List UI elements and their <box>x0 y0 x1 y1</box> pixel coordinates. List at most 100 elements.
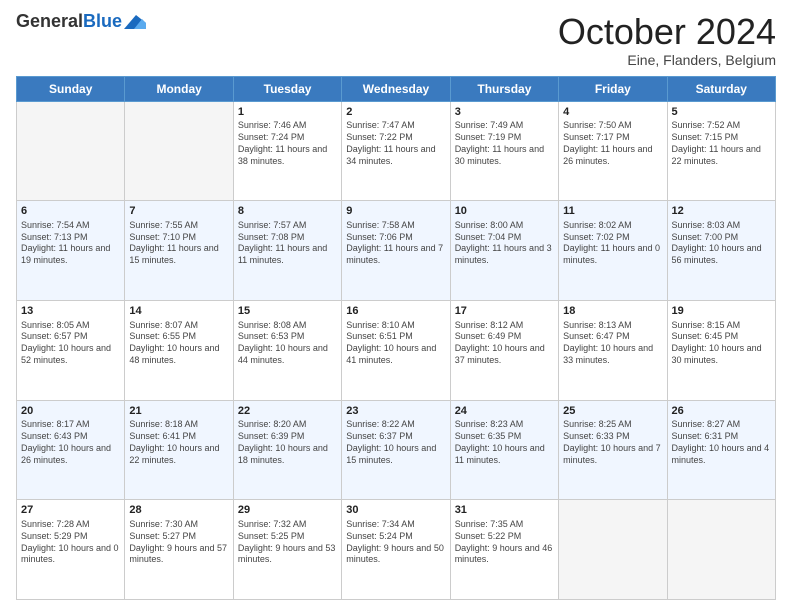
day-number: 7 <box>129 204 228 219</box>
calendar-cell: 9Sunrise: 7:58 AM Sunset: 7:06 PM Daylig… <box>342 201 450 301</box>
day-info: Sunrise: 8:18 AM Sunset: 6:41 PM Dayligh… <box>129 419 228 466</box>
day-info: Sunrise: 7:30 AM Sunset: 5:27 PM Dayligh… <box>129 519 228 566</box>
calendar-cell: 6Sunrise: 7:54 AM Sunset: 7:13 PM Daylig… <box>17 201 125 301</box>
week-row-3: 13Sunrise: 8:05 AM Sunset: 6:57 PM Dayli… <box>17 300 776 400</box>
calendar-cell: 20Sunrise: 8:17 AM Sunset: 6:43 PM Dayli… <box>17 400 125 500</box>
day-number: 12 <box>672 204 771 219</box>
calendar-cell <box>667 500 775 600</box>
calendar-cell: 21Sunrise: 8:18 AM Sunset: 6:41 PM Dayli… <box>125 400 233 500</box>
calendar-cell: 28Sunrise: 7:30 AM Sunset: 5:27 PM Dayli… <box>125 500 233 600</box>
day-info: Sunrise: 8:10 AM Sunset: 6:51 PM Dayligh… <box>346 320 445 367</box>
week-row-1: 1Sunrise: 7:46 AM Sunset: 7:24 PM Daylig… <box>17 101 776 201</box>
day-info: Sunrise: 8:02 AM Sunset: 7:02 PM Dayligh… <box>563 220 662 267</box>
day-number: 5 <box>672 105 771 120</box>
calendar-cell: 12Sunrise: 8:03 AM Sunset: 7:00 PM Dayli… <box>667 201 775 301</box>
day-number: 4 <box>563 105 662 120</box>
day-number: 20 <box>21 404 120 419</box>
calendar-table: SundayMondayTuesdayWednesdayThursdayFrid… <box>16 76 776 600</box>
calendar-cell <box>125 101 233 201</box>
day-number: 25 <box>563 404 662 419</box>
calendar-cell: 3Sunrise: 7:49 AM Sunset: 7:19 PM Daylig… <box>450 101 558 201</box>
day-number: 13 <box>21 304 120 319</box>
day-number: 6 <box>21 204 120 219</box>
day-number: 2 <box>346 105 445 120</box>
calendar-cell: 29Sunrise: 7:32 AM Sunset: 5:25 PM Dayli… <box>233 500 341 600</box>
weekday-header-saturday: Saturday <box>667 76 775 101</box>
day-number: 14 <box>129 304 228 319</box>
calendar-cell: 25Sunrise: 8:25 AM Sunset: 6:33 PM Dayli… <box>559 400 667 500</box>
calendar-cell: 1Sunrise: 7:46 AM Sunset: 7:24 PM Daylig… <box>233 101 341 201</box>
calendar-cell: 14Sunrise: 8:07 AM Sunset: 6:55 PM Dayli… <box>125 300 233 400</box>
day-info: Sunrise: 7:28 AM Sunset: 5:29 PM Dayligh… <box>21 519 120 566</box>
day-number: 30 <box>346 503 445 518</box>
day-number: 16 <box>346 304 445 319</box>
day-info: Sunrise: 7:50 AM Sunset: 7:17 PM Dayligh… <box>563 120 662 167</box>
day-info: Sunrise: 8:25 AM Sunset: 6:33 PM Dayligh… <box>563 419 662 466</box>
title-area: October 2024 Eine, Flanders, Belgium <box>558 12 776 68</box>
weekday-header-tuesday: Tuesday <box>233 76 341 101</box>
day-number: 9 <box>346 204 445 219</box>
day-info: Sunrise: 8:27 AM Sunset: 6:31 PM Dayligh… <box>672 419 771 466</box>
day-number: 27 <box>21 503 120 518</box>
location: Eine, Flanders, Belgium <box>558 52 776 68</box>
calendar-cell <box>559 500 667 600</box>
day-number: 19 <box>672 304 771 319</box>
day-info: Sunrise: 7:35 AM Sunset: 5:22 PM Dayligh… <box>455 519 554 566</box>
calendar-cell <box>17 101 125 201</box>
calendar-cell: 18Sunrise: 8:13 AM Sunset: 6:47 PM Dayli… <box>559 300 667 400</box>
day-info: Sunrise: 7:32 AM Sunset: 5:25 PM Dayligh… <box>238 519 337 566</box>
day-info: Sunrise: 7:58 AM Sunset: 7:06 PM Dayligh… <box>346 220 445 267</box>
day-number: 17 <box>455 304 554 319</box>
day-info: Sunrise: 7:34 AM Sunset: 5:24 PM Dayligh… <box>346 519 445 566</box>
calendar-cell: 8Sunrise: 7:57 AM Sunset: 7:08 PM Daylig… <box>233 201 341 301</box>
weekday-header-friday: Friday <box>559 76 667 101</box>
logo-general-text: General <box>16 11 83 31</box>
logo: GeneralBlue <box>16 12 146 32</box>
day-info: Sunrise: 8:07 AM Sunset: 6:55 PM Dayligh… <box>129 320 228 367</box>
calendar-cell: 16Sunrise: 8:10 AM Sunset: 6:51 PM Dayli… <box>342 300 450 400</box>
day-info: Sunrise: 7:54 AM Sunset: 7:13 PM Dayligh… <box>21 220 120 267</box>
weekday-header-wednesday: Wednesday <box>342 76 450 101</box>
day-info: Sunrise: 8:13 AM Sunset: 6:47 PM Dayligh… <box>563 320 662 367</box>
day-info: Sunrise: 8:17 AM Sunset: 6:43 PM Dayligh… <box>21 419 120 466</box>
logo-blue-text: Blue <box>83 11 122 31</box>
header: GeneralBlue October 2024 Eine, Flanders,… <box>16 12 776 68</box>
calendar-cell: 10Sunrise: 8:00 AM Sunset: 7:04 PM Dayli… <box>450 201 558 301</box>
day-info: Sunrise: 7:55 AM Sunset: 7:10 PM Dayligh… <box>129 220 228 267</box>
logo-icon <box>124 15 146 31</box>
calendar-cell: 22Sunrise: 8:20 AM Sunset: 6:39 PM Dayli… <box>233 400 341 500</box>
day-info: Sunrise: 8:12 AM Sunset: 6:49 PM Dayligh… <box>455 320 554 367</box>
day-number: 21 <box>129 404 228 419</box>
calendar-cell: 13Sunrise: 8:05 AM Sunset: 6:57 PM Dayli… <box>17 300 125 400</box>
day-number: 3 <box>455 105 554 120</box>
weekday-header-sunday: Sunday <box>17 76 125 101</box>
day-info: Sunrise: 7:46 AM Sunset: 7:24 PM Dayligh… <box>238 120 337 167</box>
day-info: Sunrise: 8:15 AM Sunset: 6:45 PM Dayligh… <box>672 320 771 367</box>
day-info: Sunrise: 8:08 AM Sunset: 6:53 PM Dayligh… <box>238 320 337 367</box>
day-info: Sunrise: 8:20 AM Sunset: 6:39 PM Dayligh… <box>238 419 337 466</box>
calendar-cell: 2Sunrise: 7:47 AM Sunset: 7:22 PM Daylig… <box>342 101 450 201</box>
day-number: 18 <box>563 304 662 319</box>
day-info: Sunrise: 7:57 AM Sunset: 7:08 PM Dayligh… <box>238 220 337 267</box>
day-number: 29 <box>238 503 337 518</box>
page: GeneralBlue October 2024 Eine, Flanders,… <box>0 0 792 612</box>
day-number: 11 <box>563 204 662 219</box>
weekday-header-monday: Monday <box>125 76 233 101</box>
calendar-cell: 5Sunrise: 7:52 AM Sunset: 7:15 PM Daylig… <box>667 101 775 201</box>
day-info: Sunrise: 8:22 AM Sunset: 6:37 PM Dayligh… <box>346 419 445 466</box>
calendar-cell: 31Sunrise: 7:35 AM Sunset: 5:22 PM Dayli… <box>450 500 558 600</box>
day-number: 26 <box>672 404 771 419</box>
day-info: Sunrise: 7:49 AM Sunset: 7:19 PM Dayligh… <box>455 120 554 167</box>
day-info: Sunrise: 8:23 AM Sunset: 6:35 PM Dayligh… <box>455 419 554 466</box>
day-number: 24 <box>455 404 554 419</box>
calendar-cell: 23Sunrise: 8:22 AM Sunset: 6:37 PM Dayli… <box>342 400 450 500</box>
day-number: 15 <box>238 304 337 319</box>
day-info: Sunrise: 7:47 AM Sunset: 7:22 PM Dayligh… <box>346 120 445 167</box>
day-info: Sunrise: 8:03 AM Sunset: 7:00 PM Dayligh… <box>672 220 771 267</box>
calendar-cell: 11Sunrise: 8:02 AM Sunset: 7:02 PM Dayli… <box>559 201 667 301</box>
day-number: 10 <box>455 204 554 219</box>
week-row-4: 20Sunrise: 8:17 AM Sunset: 6:43 PM Dayli… <box>17 400 776 500</box>
day-number: 23 <box>346 404 445 419</box>
calendar-cell: 27Sunrise: 7:28 AM Sunset: 5:29 PM Dayli… <box>17 500 125 600</box>
day-number: 22 <box>238 404 337 419</box>
